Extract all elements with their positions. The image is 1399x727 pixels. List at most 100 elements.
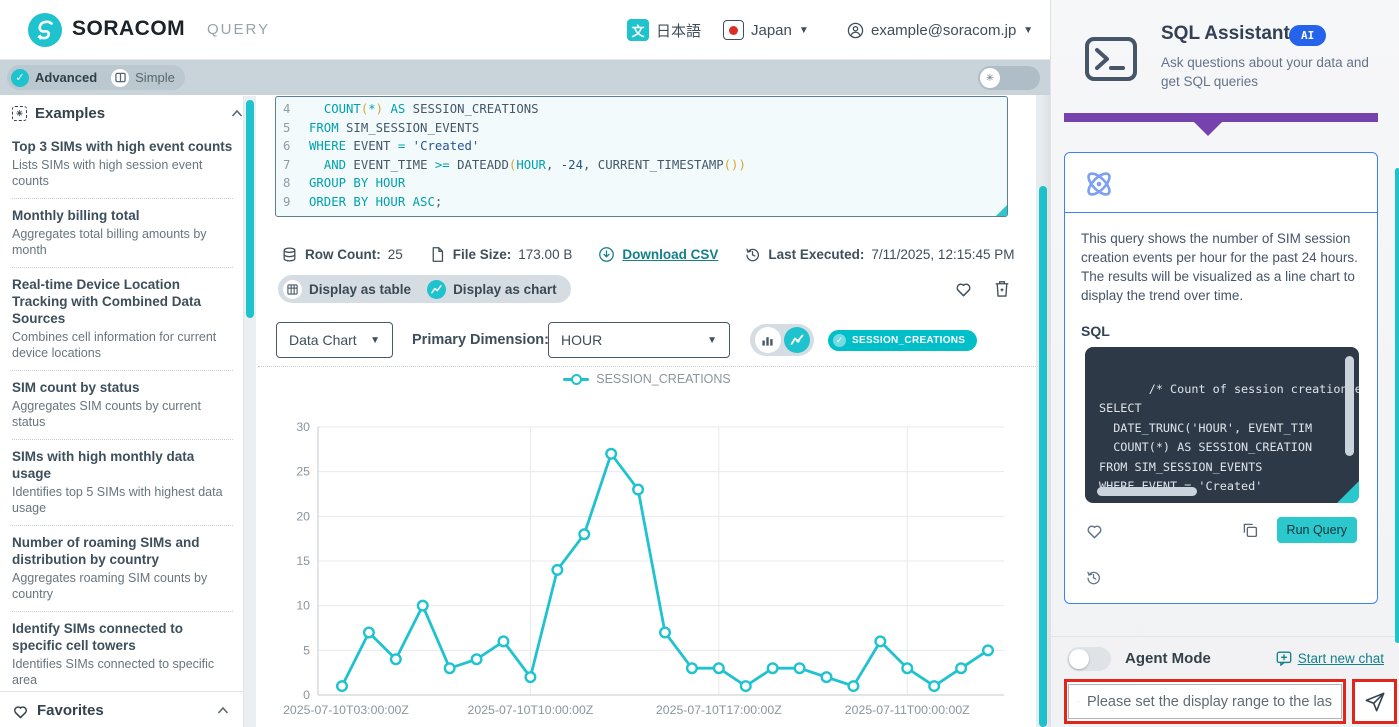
example-item-desc: Lists SIMs with high session event count… [12, 158, 203, 188]
sun-icon: ✳ [980, 68, 1000, 88]
chevron-up-icon [217, 706, 229, 714]
history-row [1065, 543, 1377, 586]
example-item-title: SIMs with high monthly data usage [12, 449, 195, 481]
svg-text:2025-07-10T17:00:00Z: 2025-07-10T17:00:00Z [656, 703, 782, 717]
primary-dimension-label: Primary Dimension: [412, 332, 549, 348]
new-chat-icon [1276, 651, 1292, 666]
examples-sidebar: ✳ Examples Top 3 SIMs with high event co… [0, 95, 257, 727]
language-switcher[interactable]: 文 日本語 [627, 0, 701, 60]
bar-line-toggle [750, 324, 814, 356]
app-header: SORACOM QUERY 文 日本語 Japan ▼ example@sora… [0, 0, 1050, 60]
assistant-divider-bar [1064, 113, 1378, 122]
example-item[interactable]: SIMs with high monthly data usage Identif… [12, 440, 233, 526]
copy-icon[interactable] [1241, 521, 1259, 539]
svg-text:0: 0 [303, 688, 310, 702]
atom-icon [1087, 172, 1111, 196]
download-csv-link[interactable]: Download CSV [622, 247, 718, 262]
assistant-question-input[interactable]: Please set the display range to the las [1068, 684, 1342, 719]
favorites-section-header[interactable]: Favorites [0, 691, 243, 727]
heart-icon [14, 705, 27, 718]
favorite-query-button[interactable] [1085, 522, 1104, 539]
delete-result-button[interactable] [993, 279, 1011, 298]
example-item[interactable]: Identify SIMs connected to specific cell… [12, 612, 233, 691]
mode-toolbar: ✓ Advanced Simple ✳ [0, 60, 1050, 95]
send-button[interactable] [1352, 679, 1397, 724]
chart-type-dropdown[interactable]: Data Chart ▼ [276, 322, 393, 358]
ai-badge: AI [1289, 25, 1327, 46]
chart-legend[interactable]: SESSION_CREATIONS [258, 372, 1036, 386]
display-as-table-button[interactable]: Display as table [283, 279, 412, 299]
example-item-title: Identify SIMs connected to specific cell… [12, 621, 184, 653]
example-item-desc: Aggregates SIM counts by current status [12, 399, 201, 429]
history-icon[interactable] [1085, 569, 1102, 586]
svg-text:25: 25 [296, 465, 310, 479]
favorite-result-button[interactable] [954, 280, 973, 297]
row-count-label: Row Count: [305, 247, 381, 262]
run-query-button[interactable]: Run Query [1276, 517, 1357, 543]
agent-mode-toggle[interactable] [1067, 646, 1111, 671]
divider [258, 366, 1036, 367]
theme-toggle[interactable]: ✳ [978, 66, 1040, 90]
row-count-value: 25 [387, 247, 403, 262]
chevron-down-icon: ▼ [707, 334, 717, 346]
advanced-label: Advanced [35, 70, 98, 85]
example-item[interactable]: SIM count by status Aggregates SIM counts… [12, 371, 233, 440]
chevron-up-icon [231, 109, 243, 117]
account-email: example@soracom.jp [871, 21, 1017, 39]
example-item[interactable]: Real-time Device Location Tracking with … [12, 268, 233, 371]
display-as-chart-button[interactable]: Display as chart [427, 279, 557, 299]
sql-editor[interactable]: 4 COUNT(*) AS SESSION_CREATIONS 5 FROM SIM… [275, 96, 1008, 217]
example-item[interactable]: Monthly billing total Aggregates total bi… [12, 199, 233, 268]
svg-text:5: 5 [303, 643, 310, 657]
start-new-chat-link[interactable]: Start new chat [1276, 651, 1384, 666]
input-placeholder-text: Please set the display range to the las [1086, 693, 1332, 710]
user-icon [847, 22, 864, 38]
example-item-desc: Combines cell information for current de… [12, 330, 217, 360]
chart-icon [427, 279, 447, 299]
table-icon [283, 279, 302, 299]
history-clock-icon [746, 248, 760, 262]
code-horizontal-scrollbar[interactable] [1097, 487, 1197, 496]
account-menu[interactable]: example@soracom.jp ▼ [847, 0, 1033, 60]
columns-icon [111, 68, 130, 87]
svg-text:30: 30 [296, 420, 310, 434]
bar-chart-button[interactable] [754, 327, 781, 353]
sql-section-label: SQL [1081, 323, 1110, 339]
advanced-mode-option[interactable]: ✓ Advanced [11, 68, 98, 87]
favorites-title: Favorites [37, 702, 104, 719]
example-item[interactable]: Number of roaming SIMs and distribution … [12, 526, 233, 612]
display-as-table-label: Display as table [309, 281, 412, 297]
sql-assistant-panel: SQL Assistant AI Ask questions about you… [1050, 0, 1399, 727]
legend-marker-icon [563, 373, 590, 385]
language-label: 日本語 [656, 22, 702, 40]
file-size-label: File Size: [452, 247, 512, 262]
chevron-down-icon: ▼ [370, 334, 380, 346]
assistant-sql-text: /* Count of session creation e SELECT DA… [1099, 381, 1359, 494]
primary-dimension-dropdown[interactable]: HOUR ▼ [548, 322, 730, 358]
coverage-selector[interactable]: Japan ▼ [723, 0, 809, 60]
assistant-title: SQL Assistant [1161, 23, 1290, 44]
series-toggle-badge[interactable]: ✓ SESSION_CREATIONS [828, 330, 978, 351]
chart-type-value: Data Chart [289, 332, 357, 348]
example-item-title: Top 3 SIMs with high event counts [12, 139, 233, 154]
line-chart-button[interactable] [783, 327, 810, 353]
coverage-label: Japan [751, 21, 792, 39]
example-item[interactable]: Top 3 SIMs with high event counts Lists S… [12, 130, 233, 199]
examples-icon: ✳ [12, 106, 27, 121]
example-item-title: Real-time Device Location Tracking with … [12, 277, 202, 326]
main-scrollbar-thumb[interactable] [1039, 186, 1047, 727]
check-icon: ✓ [833, 334, 846, 347]
panel-scrollbar-thumb[interactable] [1395, 168, 1399, 643]
example-item-desc: Aggregates roaming SIM counts by country [12, 571, 208, 601]
example-item-desc: Identifies SIMs connected to specific ar… [12, 657, 215, 687]
example-item-title: Number of roaming SIMs and distribution … [12, 535, 200, 567]
start-new-chat-label: Start new chat [1297, 651, 1384, 666]
sidebar-scrollbar-thumb[interactable] [246, 100, 254, 318]
simple-mode-option[interactable]: Simple [111, 68, 175, 87]
code-vertical-scrollbar[interactable] [1345, 356, 1354, 456]
download-csv[interactable]: Download CSV [598, 246, 718, 263]
examples-section-header[interactable]: ✳ Examples [0, 95, 257, 130]
assistant-sql-code[interactable]: /* Count of session creation e SELECT DA… [1085, 347, 1359, 503]
send-icon [1365, 692, 1384, 711]
assistant-card-actions: Run Query [1065, 503, 1377, 543]
